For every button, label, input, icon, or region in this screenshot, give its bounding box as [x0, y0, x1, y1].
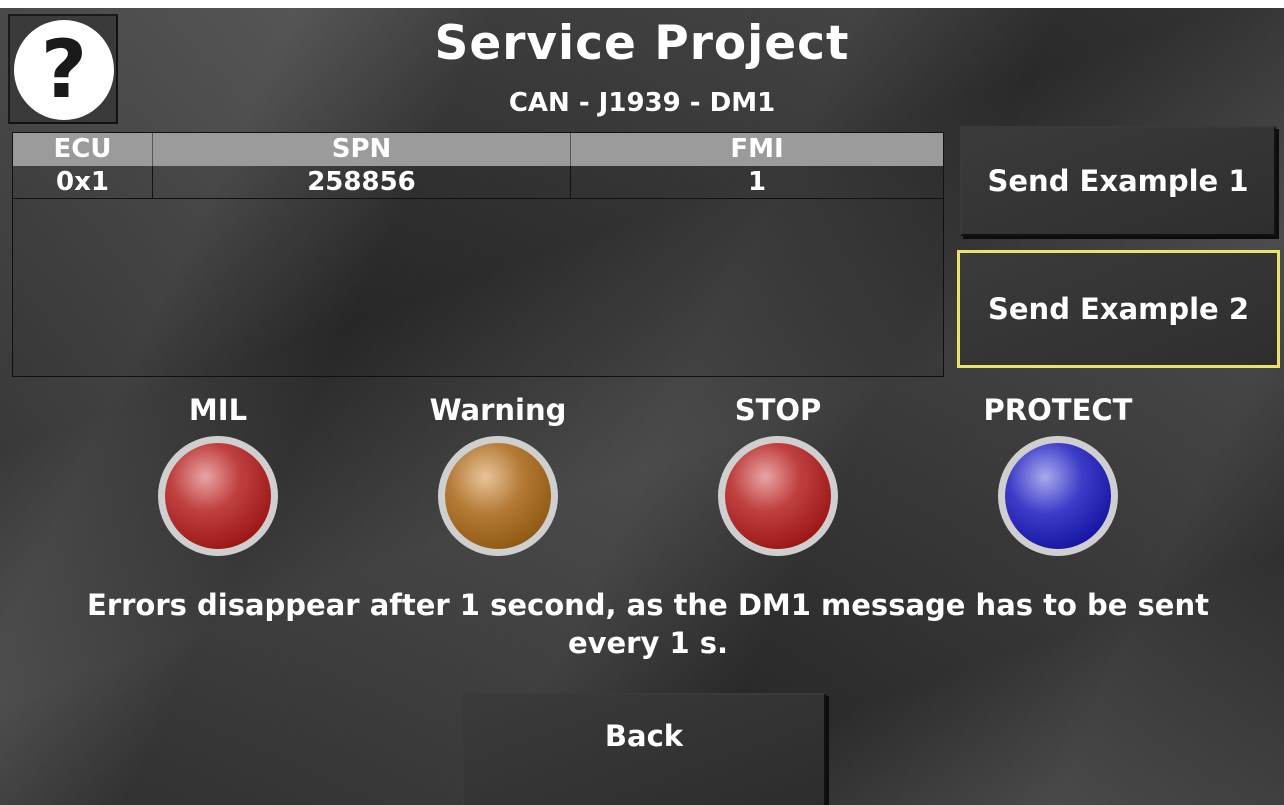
- info-note: Errors disappear after 1 second, as the …: [0, 586, 1284, 662]
- cell-spn: 258856: [153, 166, 571, 198]
- service-project-screen: ? Service Project CAN - J1939 - DM1 ECU …: [0, 8, 1284, 805]
- page-title: Service Project: [434, 16, 850, 71]
- back-button[interactable]: Back: [462, 693, 826, 805]
- lamp-label-mil: MIL: [188, 393, 248, 427]
- protect-lamp-icon: [998, 436, 1118, 556]
- lamp-label-stop: STOP: [734, 393, 822, 427]
- column-header-fmi: FMI: [730, 134, 784, 164]
- cell-ecu: 0x1: [13, 166, 153, 198]
- send-example-1-button[interactable]: Send Example 1: [960, 126, 1276, 236]
- stop-lamp-icon: [718, 436, 838, 556]
- back-label: Back: [604, 719, 684, 753]
- cell-fmi: 1: [747, 167, 767, 197]
- info-note-line-2: every 1 s.: [567, 626, 729, 660]
- page-subtitle: CAN - J1939 - DM1: [508, 88, 776, 118]
- warning-lamp-icon: [438, 436, 558, 556]
- dtc-table: ECU SPN FMI 0x1 258856 1: [12, 132, 944, 377]
- info-note-line-1: Errors disappear after 1 second, as the …: [87, 588, 1209, 622]
- column-header-spn: SPN: [153, 133, 571, 166]
- lamp-label-warning: Warning: [429, 393, 567, 427]
- send-example-1-label: Send Example 1: [987, 164, 1249, 198]
- table-header-row: ECU SPN FMI: [13, 133, 943, 166]
- send-example-2-button[interactable]: Send Example 2: [957, 250, 1280, 368]
- lamp-label-protect: PROTECT: [983, 393, 1133, 427]
- table-row: 0x1 258856 1: [13, 166, 943, 199]
- mil-lamp-icon: [158, 436, 278, 556]
- column-header-ecu: ECU: [13, 133, 153, 166]
- send-example-2-label: Send Example 2: [988, 292, 1249, 326]
